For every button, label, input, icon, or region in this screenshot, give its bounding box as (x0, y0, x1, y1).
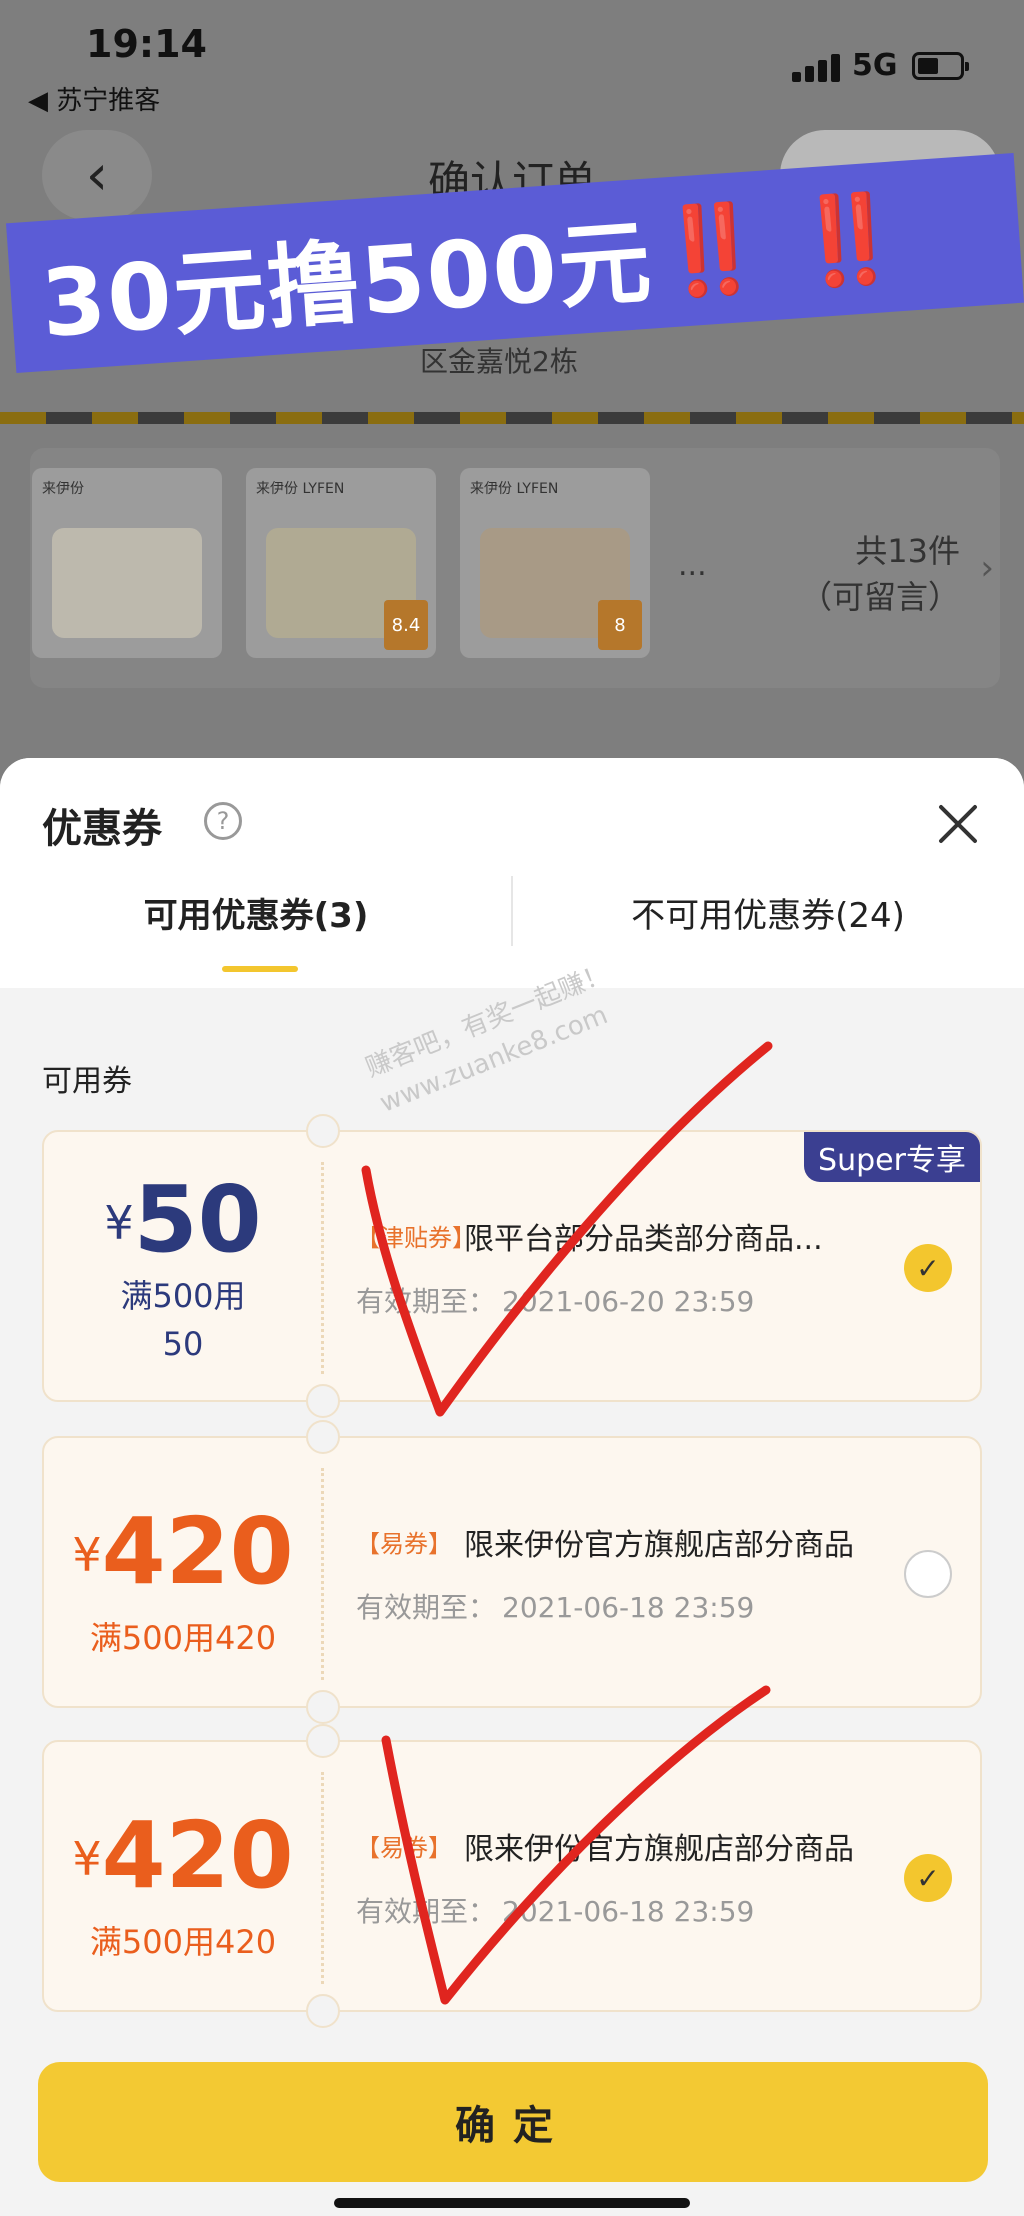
sheet-header: 优惠券 ? 可用优惠券(3) 不可用优惠券(24) (0, 758, 1024, 988)
coupon-validity: 有效期至： 2021-06-18 23:59 (356, 1591, 755, 1624)
coupon-description: 限来伊份官方旗舰店部分商品 (464, 1832, 854, 1867)
product-thumbnail: 来伊份 LYFEN 8.4 (246, 468, 436, 658)
coupon-amount: ¥420 (72, 1802, 294, 1909)
coupon-description: 限来伊份官方旗舰店部分商品 (464, 1528, 854, 1563)
coupon-amount: ¥420 (72, 1498, 294, 1605)
coupon-type: 【易券】 (356, 1834, 452, 1862)
more-products-ellipsis: ... (678, 548, 707, 583)
coupon-unselected-checkbox[interactable] (904, 1550, 952, 1598)
coupon-type: 【易券】 (356, 1530, 452, 1558)
product-thumbnail: 来伊份 (32, 468, 222, 658)
coupon-amount: ¥50 (104, 1166, 262, 1273)
product-summary[interactable]: 来伊份 来伊份 LYFEN 8.4 来伊份 LYFEN 8 ... 共13件 （… (30, 448, 1000, 688)
network-type: 5G (852, 48, 898, 83)
coupon-card[interactable]: ¥420 满500用420 【易券】 限来伊份官方旗舰店部分商品 有效期至： 20… (42, 1420, 982, 1724)
coupon-card[interactable]: ¥50 满500用 50 【津贴券】 限平台部分品类部分商品... 有效期至： 2… (42, 1114, 982, 1418)
status-bar: 19:14 ◀ 苏宁推客 5G (0, 0, 1024, 120)
active-tab-indicator (222, 966, 298, 972)
super-exclusive-badge: Super专享 (804, 1132, 980, 1182)
coupon-selected-checkbox[interactable]: ✓ (904, 1244, 952, 1292)
order-page-background: 19:14 ◀ 苏宁推客 5G ‹ 确认订单 ••• ◉ 区金嘉悦2栋 来伊份 … (0, 0, 1024, 780)
tab-available-coupons[interactable]: 可用优惠券(3) (0, 888, 512, 937)
coupon-validity: 有效期至： 2021-06-20 23:59 (356, 1285, 755, 1318)
coupon-card[interactable]: ¥420 满500用420 【易券】 限来伊份官方旗舰店部分商品 有效期至： 20… (42, 1724, 982, 2028)
product-thumbnail: 来伊份 LYFEN 8 (460, 468, 650, 658)
status-time: 19:14 (86, 22, 207, 66)
close-icon[interactable] (936, 802, 980, 846)
exclamation-icon: ‼️ ‼️ (654, 186, 905, 304)
coupon-condition: 满500用420 (89, 1619, 277, 1657)
sheet-title: 优惠券 (42, 806, 162, 852)
coupon-selected-checkbox[interactable]: ✓ (904, 1854, 952, 1902)
chevron-right-icon: › (980, 548, 994, 588)
address-text[interactable]: 区金嘉悦2栋 (420, 340, 578, 380)
help-icon[interactable]: ? (204, 802, 242, 840)
section-label: 可用券 (42, 1064, 132, 1099)
coupon-condition: 满500用 50 (120, 1277, 246, 1363)
coupon-type: 【津贴券】 (356, 1224, 476, 1252)
home-indicator (334, 2198, 690, 2208)
coupon-sheet: 优惠券 ? 可用优惠券(3) 不可用优惠券(24) 可用券 ¥50 满500用 … (0, 758, 1024, 2216)
confirm-button[interactable]: 确定 (38, 2062, 988, 2182)
item-count: 共13件 （可留言） (799, 532, 960, 616)
battery-icon (912, 52, 969, 80)
tab-unavailable-coupons[interactable]: 不可用优惠券(24) (512, 888, 1024, 937)
coupon-condition: 满500用420 (89, 1923, 277, 1961)
signal-icon (792, 52, 842, 82)
coupon-description: 限平台部分品类部分商品... (464, 1222, 823, 1257)
address-divider (0, 412, 1024, 424)
back-to-app-link[interactable]: ◀ 苏宁推客 (28, 80, 160, 117)
coupon-validity: 有效期至： 2021-06-18 23:59 (356, 1895, 755, 1928)
